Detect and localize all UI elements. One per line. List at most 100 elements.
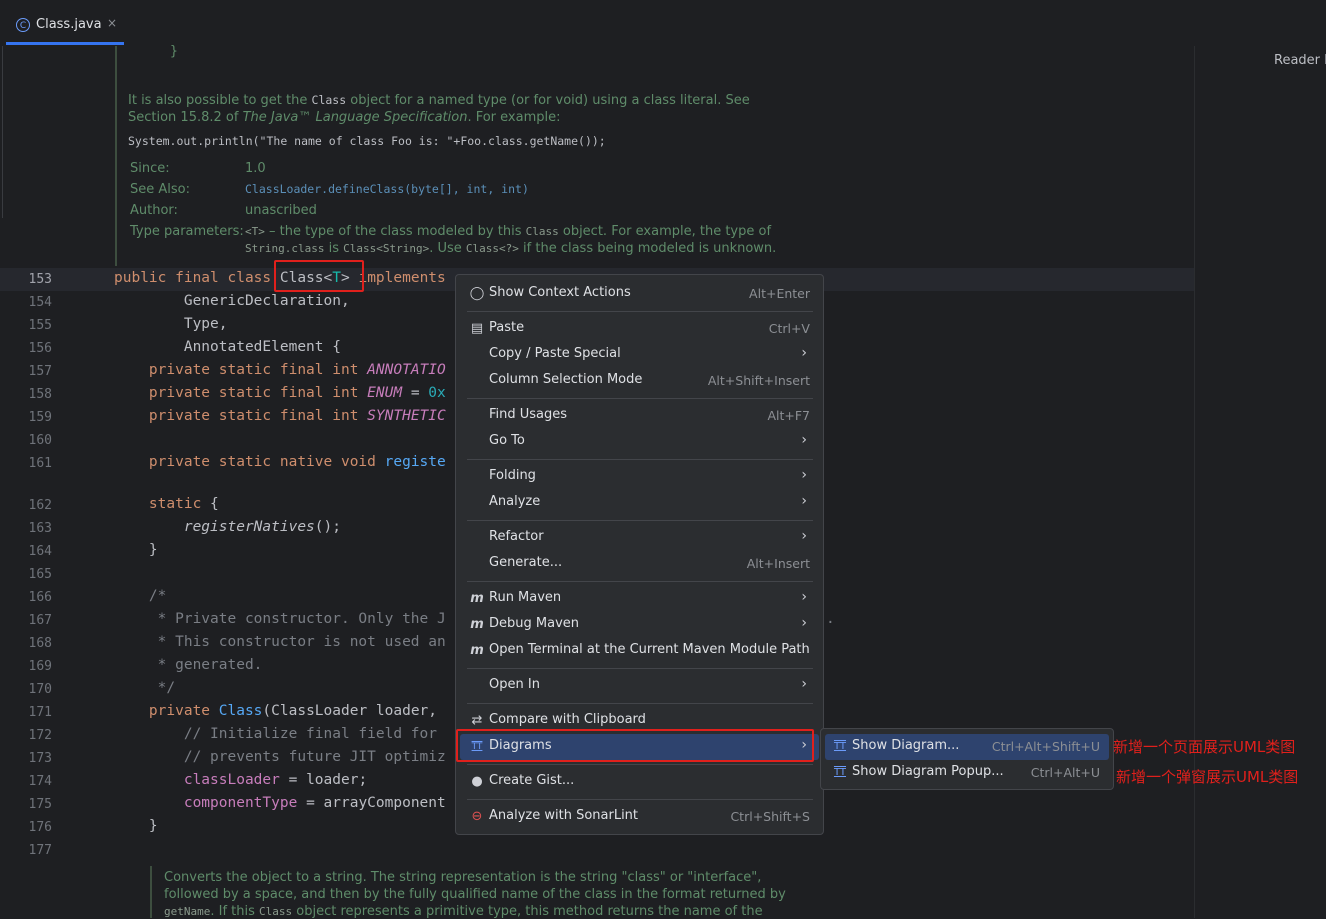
menu-item-go-to[interactable]: Go To › [460,429,819,455]
doc-paragraph-line-1: It is also possible to get the Class obj… [128,93,750,108]
line-number: 163 [28,521,52,536]
chevron-right-icon: › [801,589,807,605]
submenu-item-show-diagram[interactable]: TT Show Diagram... Ctrl+Alt+Shift+U [825,734,1109,760]
menu-item-analyze-sonarlint[interactable]: ⊖ Analyze with SonarLint Ctrl+Shift+S [460,804,819,830]
chevron-right-icon: › [801,676,807,692]
line-number: 160 [28,433,52,448]
code-line-169: * generated. [114,657,263,673]
maven-debug-icon: m [470,617,484,632]
line-number: 175 [28,797,52,812]
doc-bottom-line-1: Converts the object to a string. The str… [164,870,762,885]
chevron-right-icon: › [801,528,807,544]
code-line-176: } [114,818,158,834]
code-line-161: private static native void registe [114,454,446,470]
menu-item-create-gist[interactable]: ● Create Gist... [460,769,819,795]
menu-item-find-usages[interactable]: Find Usages Alt+F7 [460,403,819,429]
doc-paragraph-line-2: Section 15.8.2 of The Java™ Language Spe… [128,110,561,125]
code-line-159: private static final int SYNTHETIC [114,408,446,424]
menu-separator [467,799,813,800]
menu-item-copy-paste-special[interactable]: Copy / Paste Special › [460,342,819,368]
close-icon[interactable]: × [107,16,117,30]
line-number: 158 [28,387,52,402]
line-number: 167 [28,613,52,628]
line-number: 168 [28,636,52,651]
menu-separator [467,703,813,704]
chevron-right-icon: › [801,615,807,631]
doc-brace: } [170,44,178,59]
reader-mode-button[interactable]: Reader M [1274,53,1326,68]
code-line-172: // Initialize final field for [114,726,438,742]
doc-example-code: System.out.println("The name of class Fo… [128,134,606,148]
code-line-162: static { [114,496,219,512]
code-line-157: private static final int ANNOTATIO [114,362,446,378]
doc-typeparams-label: Type parameters: [130,224,244,239]
menu-item-open-in[interactable]: Open In › [460,673,819,699]
doc-seealso-link[interactable]: ClassLoader.defineClass(byte[], int, int… [245,182,529,196]
menu-item-refactor[interactable]: Refactor › [460,525,819,551]
doc-since-value: 1.0 [245,161,266,176]
menu-item-generate[interactable]: Generate... Alt+Insert [460,551,819,577]
line-number: 159 [28,410,52,425]
doc-author-value: unascribed [245,203,317,218]
diagrams-highlight-box [456,729,814,762]
line-number: 164 [28,544,52,559]
line-number: 161 [28,456,52,471]
menu-separator [467,398,813,399]
menu-item-show-context-actions[interactable]: ◯ Show Context Actions Alt+Enter [460,281,819,307]
clipboard-icon: ▤ [470,321,484,336]
menu-separator [467,668,813,669]
menu-item-analyze[interactable]: Analyze › [460,490,819,516]
code-line-156: AnnotatedElement { [114,339,341,355]
code-line-163: registerNatives(); [183,519,341,535]
code-line-167: * Private constructor. Only the J [114,611,446,627]
right-divider [1194,46,1195,918]
code-line-175: componentType = arrayComponent [183,795,446,811]
line-number: 170 [28,682,52,697]
code-line-155: Type, [114,316,228,332]
doc-bottom-line-3: getName. If this Class object represents… [164,904,763,919]
doc-seealso-label: See Also: [130,182,190,197]
code-line-168: * This constructor is not used an [114,634,446,650]
doc-author-label: Author: [130,203,178,218]
doc-typeparams-line-2: String.class is Class<String>. Use Class… [245,241,777,256]
annotation-show-diagram-popup: 新增一个弹窗展示UML类图 [1116,768,1299,786]
line-number: 173 [28,751,52,766]
line-number: 169 [28,659,52,674]
code-line-166: /* [114,588,167,604]
line-number: 154 [28,295,52,310]
github-icon: ● [471,774,483,789]
menu-item-run-maven[interactable]: m Run Maven › [460,586,819,612]
menu-item-open-terminal-maven[interactable]: m Open Terminal at the Current Maven Mod… [460,638,819,664]
menu-item-folding[interactable]: Folding › [460,464,819,490]
diagrams-submenu: TT Show Diagram... Ctrl+Alt+Shift+U TT S… [820,728,1114,790]
line-number: 165 [28,567,52,582]
menu-separator [467,581,813,582]
line-number: 155 [28,318,52,333]
stray-dot: . [826,611,835,627]
gutter-separator [2,46,3,218]
line-number: 153 [28,272,52,287]
tab-class-java[interactable]: C Class.java × [6,7,124,45]
compare-icon: ⇄ [471,713,483,728]
line-number: 176 [28,820,52,835]
chevron-right-icon: › [801,467,807,483]
doc-typeparams-line-1: <T> – the type of the class modeled by t… [245,224,772,239]
code-line-171: private Class(ClassLoader loader, [114,703,438,719]
submenu-item-show-diagram-popup[interactable]: TT Show Diagram Popup... Ctrl+Alt+U [825,760,1109,786]
menu-separator [467,520,813,521]
tab-label: Class.java [36,17,102,32]
menu-item-column-selection-mode[interactable]: Column Selection Mode Alt+Shift+Insert [460,368,819,394]
maven-run-icon: m [470,591,484,606]
code-line-173: // prevents future JIT optimiz [114,749,446,765]
doc-since-label: Since: [130,161,170,176]
line-number: 177 [28,843,52,858]
line-number: 172 [28,728,52,743]
line-number: 174 [28,774,52,789]
menu-separator [467,311,813,312]
menu-item-paste[interactable]: ▤ Paste Ctrl+V [460,316,819,342]
doc-bottom-line-2: followed by a space, and then by the ful… [164,887,786,902]
chevron-right-icon: › [801,493,807,509]
diagram-icon: TT [833,767,847,778]
menu-item-debug-maven[interactable]: m Debug Maven › [460,612,819,638]
diagram-icon: TT [833,741,847,752]
